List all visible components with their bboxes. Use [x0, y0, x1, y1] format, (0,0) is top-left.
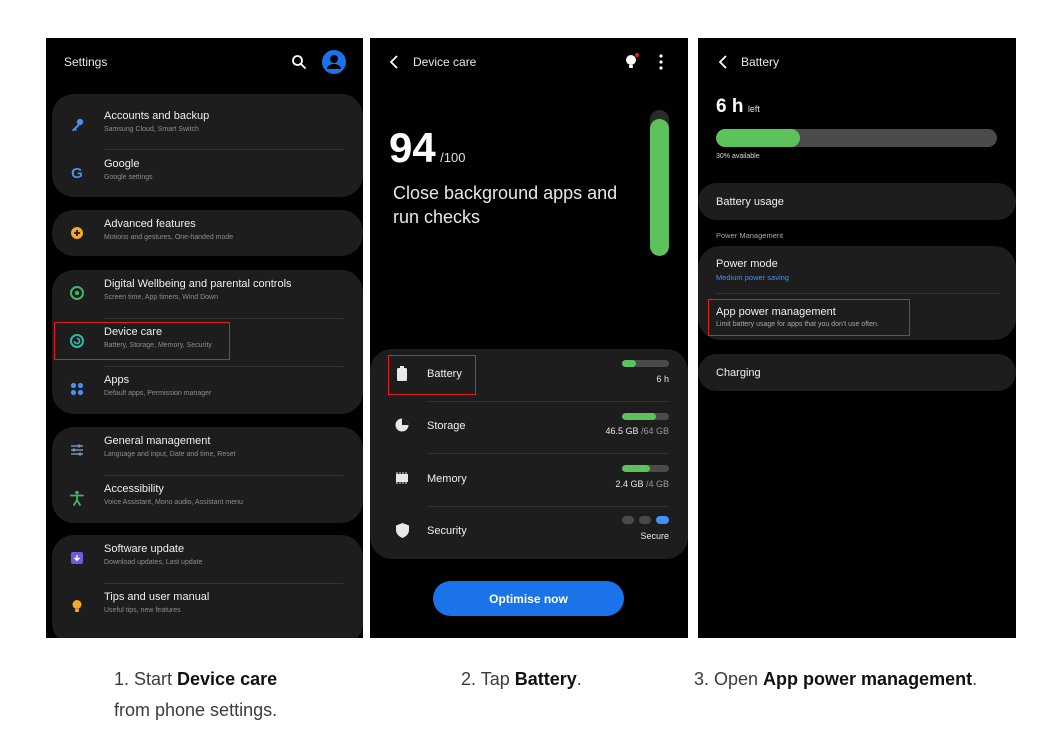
- device-care-title: Device care: [413, 55, 477, 69]
- battery-header: Battery: [698, 38, 1016, 88]
- battery-level-bar: [622, 360, 669, 367]
- storage-level-bar: [622, 413, 669, 420]
- step-2-caption: 2. Tap Battery.: [461, 669, 582, 689]
- settings-title: Settings: [64, 55, 108, 69]
- battery-level-bar: [716, 129, 997, 147]
- security-value: Secure: [640, 531, 669, 541]
- security-status-dots: [622, 516, 669, 524]
- device-care-score: 94 /100: [389, 124, 465, 172]
- score-value: 94: [389, 124, 436, 171]
- shield-icon: [394, 522, 410, 538]
- settings-item-digital-wellbeing[interactable]: Digital Wellbeing and parental controls …: [52, 270, 363, 318]
- device-care-header: Device care: [370, 38, 688, 88]
- step-3-caption: 3. Open App power management.: [694, 669, 978, 689]
- battery-highlight: [388, 355, 476, 395]
- settings-item-software-update[interactable]: Software update Download updates, Last u…: [52, 535, 363, 583]
- power-management-section-header: Power Management: [716, 231, 784, 240]
- settings-item-advanced-features[interactable]: Advanced features Motions and gestures, …: [52, 210, 363, 258]
- status-dot: [622, 516, 634, 524]
- device-care-message: Close background apps and run checks: [393, 183, 618, 227]
- google-icon: G: [71, 164, 83, 182]
- back-arrow-icon[interactable]: [388, 55, 400, 74]
- settings-group-software: Software update Download updates, Last u…: [52, 535, 363, 638]
- battery-level-fill: [716, 129, 801, 147]
- step-1-caption: 1. Start Device care from phone settings…: [114, 669, 278, 720]
- search-icon[interactable]: [291, 54, 307, 70]
- lightbulb-icon: [68, 597, 86, 615]
- memory-chip-icon: [394, 470, 410, 486]
- accessibility-icon: [68, 489, 86, 507]
- power-mode-item[interactable]: Power mode Medium power saving: [698, 246, 1016, 293]
- score-max: /100: [440, 150, 466, 165]
- charging-item[interactable]: Charging: [698, 354, 1016, 391]
- settings-group-advanced: Advanced features Motions and gestures, …: [52, 210, 363, 256]
- settings-item-accounts-backup[interactable]: Accounts and backup Samsung Cloud, Smart…: [52, 102, 363, 150]
- settings-header: Settings: [46, 38, 363, 88]
- status-dot: [639, 516, 651, 524]
- memory-value: 2.4 GB /4 GB: [615, 479, 669, 489]
- settings-group-accounts: Accounts and backup Samsung Cloud, Smart…: [52, 94, 363, 197]
- apps-grid-icon: [68, 380, 86, 398]
- device-care-item-storage[interactable]: Storage 46.5 GB /64 GB: [370, 401, 688, 453]
- settings-group-general: General management Language and input, D…: [52, 427, 363, 523]
- battery-value: 6 h: [656, 374, 669, 384]
- settings-item-tips-manual[interactable]: Tips and user manual Useful tips, new fe…: [52, 583, 363, 631]
- battery-screen: Battery 6 h left 30% available Battery u…: [698, 38, 1016, 638]
- app-power-management-highlight: [708, 299, 910, 336]
- settings-item-general-management[interactable]: General management Language and input, D…: [52, 427, 363, 475]
- back-arrow-icon[interactable]: [717, 55, 729, 74]
- more-options-icon[interactable]: [658, 54, 664, 75]
- device-care-item-memory[interactable]: Memory 2.4 GB /4 GB: [370, 454, 688, 506]
- settings-item-apps[interactable]: Apps Default apps, Permission manager: [52, 366, 363, 414]
- wellbeing-icon: [68, 284, 86, 302]
- battery-usage-item[interactable]: Battery usage: [698, 183, 1016, 220]
- status-dot-active: [656, 516, 669, 524]
- score-gauge-fill: [650, 118, 669, 256]
- battery-time-left: 6 h left: [716, 96, 760, 117]
- device-care-item-security[interactable]: Security Secure: [370, 506, 688, 558]
- storage-pie-icon: [394, 417, 410, 433]
- profile-avatar-icon[interactable]: [322, 50, 346, 74]
- lightbulb-notification-icon[interactable]: [624, 52, 640, 77]
- settings-item-accessibility[interactable]: Accessibility Voice Assistant, Mono audi…: [52, 475, 363, 523]
- storage-value: 46.5 GB /64 GB: [605, 426, 669, 436]
- gear-plus-icon: [68, 224, 86, 242]
- optimise-now-button[interactable]: Optimise now: [433, 581, 624, 616]
- settings-item-google[interactable]: G Google Google settings: [52, 150, 363, 198]
- device-care-screen: Device care 94 /100 Close background app…: [370, 38, 688, 638]
- settings-screen: Settings Accounts and backup Samsung Clo…: [46, 38, 363, 638]
- software-update-icon: [68, 549, 86, 567]
- battery-title: Battery: [741, 55, 780, 69]
- score-gauge: [650, 110, 669, 256]
- device-care-highlight: [54, 322, 230, 360]
- memory-level-bar: [622, 465, 669, 472]
- sliders-icon: [68, 441, 86, 459]
- key-icon: [68, 116, 86, 134]
- battery-available-text: 30% available: [716, 153, 760, 160]
